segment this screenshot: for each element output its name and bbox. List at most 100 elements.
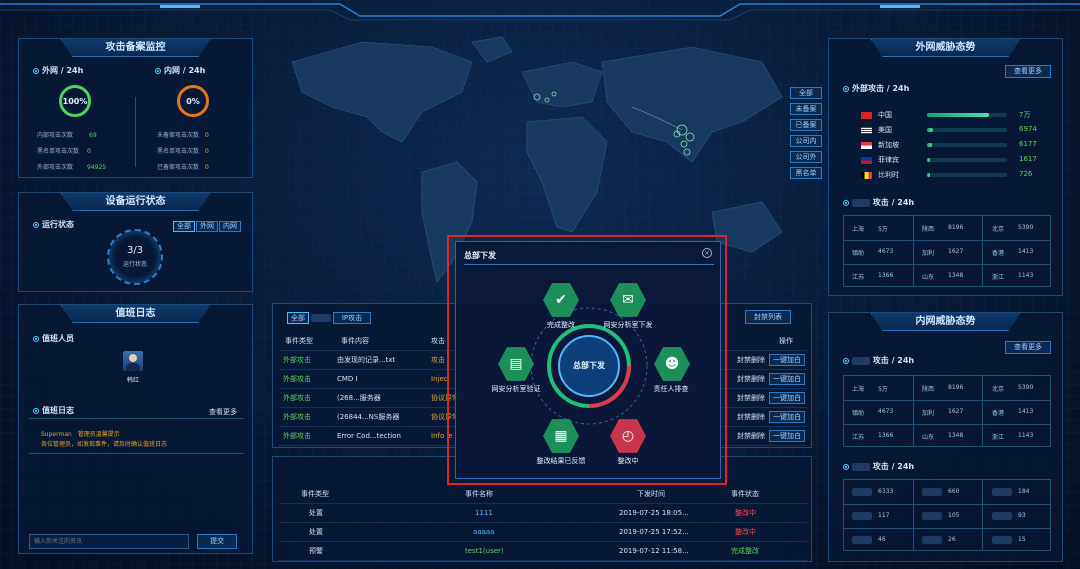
map-filter-registered[interactable]: 已备案 (790, 119, 822, 131)
cell-attack: Injec (431, 375, 448, 383)
whitelist-button[interactable]: 一键加白 (769, 411, 805, 423)
country-name: 中国 (878, 111, 892, 119)
ext-more-button[interactable]: 查看更多 (1005, 65, 1051, 78)
tab-external[interactable]: 外网 (196, 221, 218, 232)
run-status-label: 运行状态 (33, 219, 74, 230)
cell-type: 处置 (309, 509, 323, 517)
table-row[interactable]: 处置 aaaaa 2019-07-25 17:52... 整改中 (279, 523, 807, 542)
cell-content: 由发现的记录...txt (337, 356, 396, 364)
tab-internal[interactable]: 内网 (219, 221, 241, 232)
node-label: 网安分析室下发 (603, 321, 653, 329)
map-filter-blacklist[interactable]: 黑名单 (790, 167, 822, 179)
region-value: 4673 (878, 408, 894, 415)
region-name: 香港 (992, 410, 1005, 417)
region-value: 1143 (1018, 432, 1034, 439)
dispatch-modal: 总部下发 × 总部下发 ✔ 完成整改 ✉ 网安分析室下发 ▤ 网安分析室验证 ☻… (447, 235, 727, 485)
map-filter-unregistered[interactable]: 未备案 (790, 103, 822, 115)
center-hub[interactable]: 总部下发 (559, 360, 619, 371)
cell-name: aaaaa (473, 528, 495, 536)
ext-attack-label-text: 外部攻击 / 24h (852, 84, 910, 93)
header-cell: 操作 (779, 337, 793, 345)
region-value: 6333 (878, 488, 894, 495)
map-filter-internal[interactable]: 公司内 (790, 135, 822, 147)
table-row[interactable]: 处置 1111 2019-07-25 18:05... 整改中 (279, 504, 807, 523)
divider (29, 453, 244, 454)
stat-value: 0 (87, 148, 91, 155)
region-value: 8196 (948, 384, 964, 391)
whitelist-button[interactable]: 一键加白 (769, 373, 805, 385)
int-region-grid: 上海 5万 陕西 8196 北京 5390 镇助 4673 加利 1627 香港 1413 … (843, 375, 1051, 447)
int-threat-panel: 内网威胁态势 查看更多 攻击 / 24h 上海 5万 陕西 8196 北京 5390 … (828, 312, 1063, 562)
stat-key: 已备案攻击次数 (157, 164, 200, 171)
region-name: 浙江 (992, 434, 1005, 441)
block-list-button[interactable]: 封禁列表 (745, 310, 791, 324)
region-value: 1627 (948, 408, 964, 415)
cell-time: 2019-07-12 11:58... (619, 547, 689, 555)
country-row: 菲律宾 (861, 155, 899, 165)
region-value: 1366 (878, 432, 894, 439)
sub-attack-label: 攻击 / 24h (843, 197, 914, 208)
stat-value: 69 (89, 132, 97, 139)
stat-key: 黑名单攻击次数 (37, 148, 80, 155)
country-name: 比利时 (878, 171, 899, 179)
region-value: 15 (1018, 536, 1026, 543)
tab-all-events[interactable]: 全部 (287, 312, 309, 324)
country-value: 7万 (1019, 111, 1031, 119)
int-stat: 已备案攻击次数 0 (157, 162, 209, 171)
log-more-link[interactable]: 查看更多 (209, 407, 237, 417)
header-cell: 事件状态 (731, 490, 759, 498)
flag-usa-icon (861, 126, 872, 134)
cell-type: 外部攻击 (283, 356, 311, 364)
country-value: 1617 (1019, 155, 1037, 163)
cell-time: 2019-07-25 18:05... (619, 509, 689, 517)
redacted-text (922, 536, 942, 544)
log-input[interactable] (29, 534, 189, 549)
cell-attack: 攻击 (431, 356, 445, 364)
panel-title: 设备运行状态 (60, 193, 211, 211)
country-bar (927, 158, 1007, 162)
region-name: 陕西 (922, 226, 935, 233)
whitelist-button[interactable]: 一键加白 (769, 354, 805, 366)
tab-all[interactable]: 全部 (173, 221, 195, 232)
redacted-text (922, 488, 942, 496)
run-status-count: 3/3 (126, 245, 144, 256)
node-label: 责任人排查 (653, 385, 689, 393)
int-more-button[interactable]: 查看更多 (1005, 341, 1051, 354)
country-name: 美国 (878, 126, 892, 134)
region-name: 山东 (922, 434, 935, 441)
flag-philippines-icon (861, 156, 872, 164)
run-status-label-text: 运行状态 (42, 220, 74, 229)
int-stat: 黑名单攻击次数 0 (157, 146, 209, 155)
redacted-text (852, 488, 872, 496)
whitelist-button[interactable]: 一键加白 (769, 392, 805, 404)
cell-status: 封禁删除 (737, 375, 765, 383)
ext-stat: 内部攻击次数 69 (37, 130, 97, 139)
int-attack-label-2: 攻击 / 24h (843, 461, 914, 472)
country-row: 中国 (861, 110, 892, 120)
region-value: 46 (878, 536, 886, 543)
stat-value: 0 (205, 132, 209, 139)
region-name: 陕西 (922, 386, 935, 393)
whitelist-button[interactable]: 一键加白 (769, 430, 805, 442)
bullet-icon (843, 199, 849, 206)
log-entry-user: Superman (41, 431, 72, 438)
tab-ip-attack[interactable]: IP攻击 (333, 312, 371, 324)
region-name: 加利 (922, 410, 935, 417)
map-filter-all[interactable]: 全部 (790, 87, 822, 99)
region-value: 4673 (878, 248, 894, 255)
region-grid: 上海 5万 陕西 8196 北京 5390 镇助 4673 加利 1627 香港 1413 … (843, 215, 1051, 287)
region-name: 北京 (992, 226, 1005, 233)
ext-percent-ring: 100% (59, 85, 91, 117)
country-bar (927, 113, 1007, 117)
region-name: 加利 (922, 250, 935, 257)
region-value: 26 (948, 536, 956, 543)
redacted-text (992, 512, 1012, 520)
submit-button[interactable]: 提交 (197, 534, 237, 549)
table-row[interactable]: 预警 test1(user) 2019-07-12 11:58... 完成整改 (279, 542, 807, 561)
node-label: 网安分析室验证 (491, 385, 541, 393)
node-label: 完成整改 (547, 321, 575, 329)
region-value: 105 (948, 512, 960, 519)
region-name: 香港 (992, 250, 1005, 257)
cell-type: 预警 (309, 547, 323, 555)
map-filter-external[interactable]: 公司外 (790, 151, 822, 163)
